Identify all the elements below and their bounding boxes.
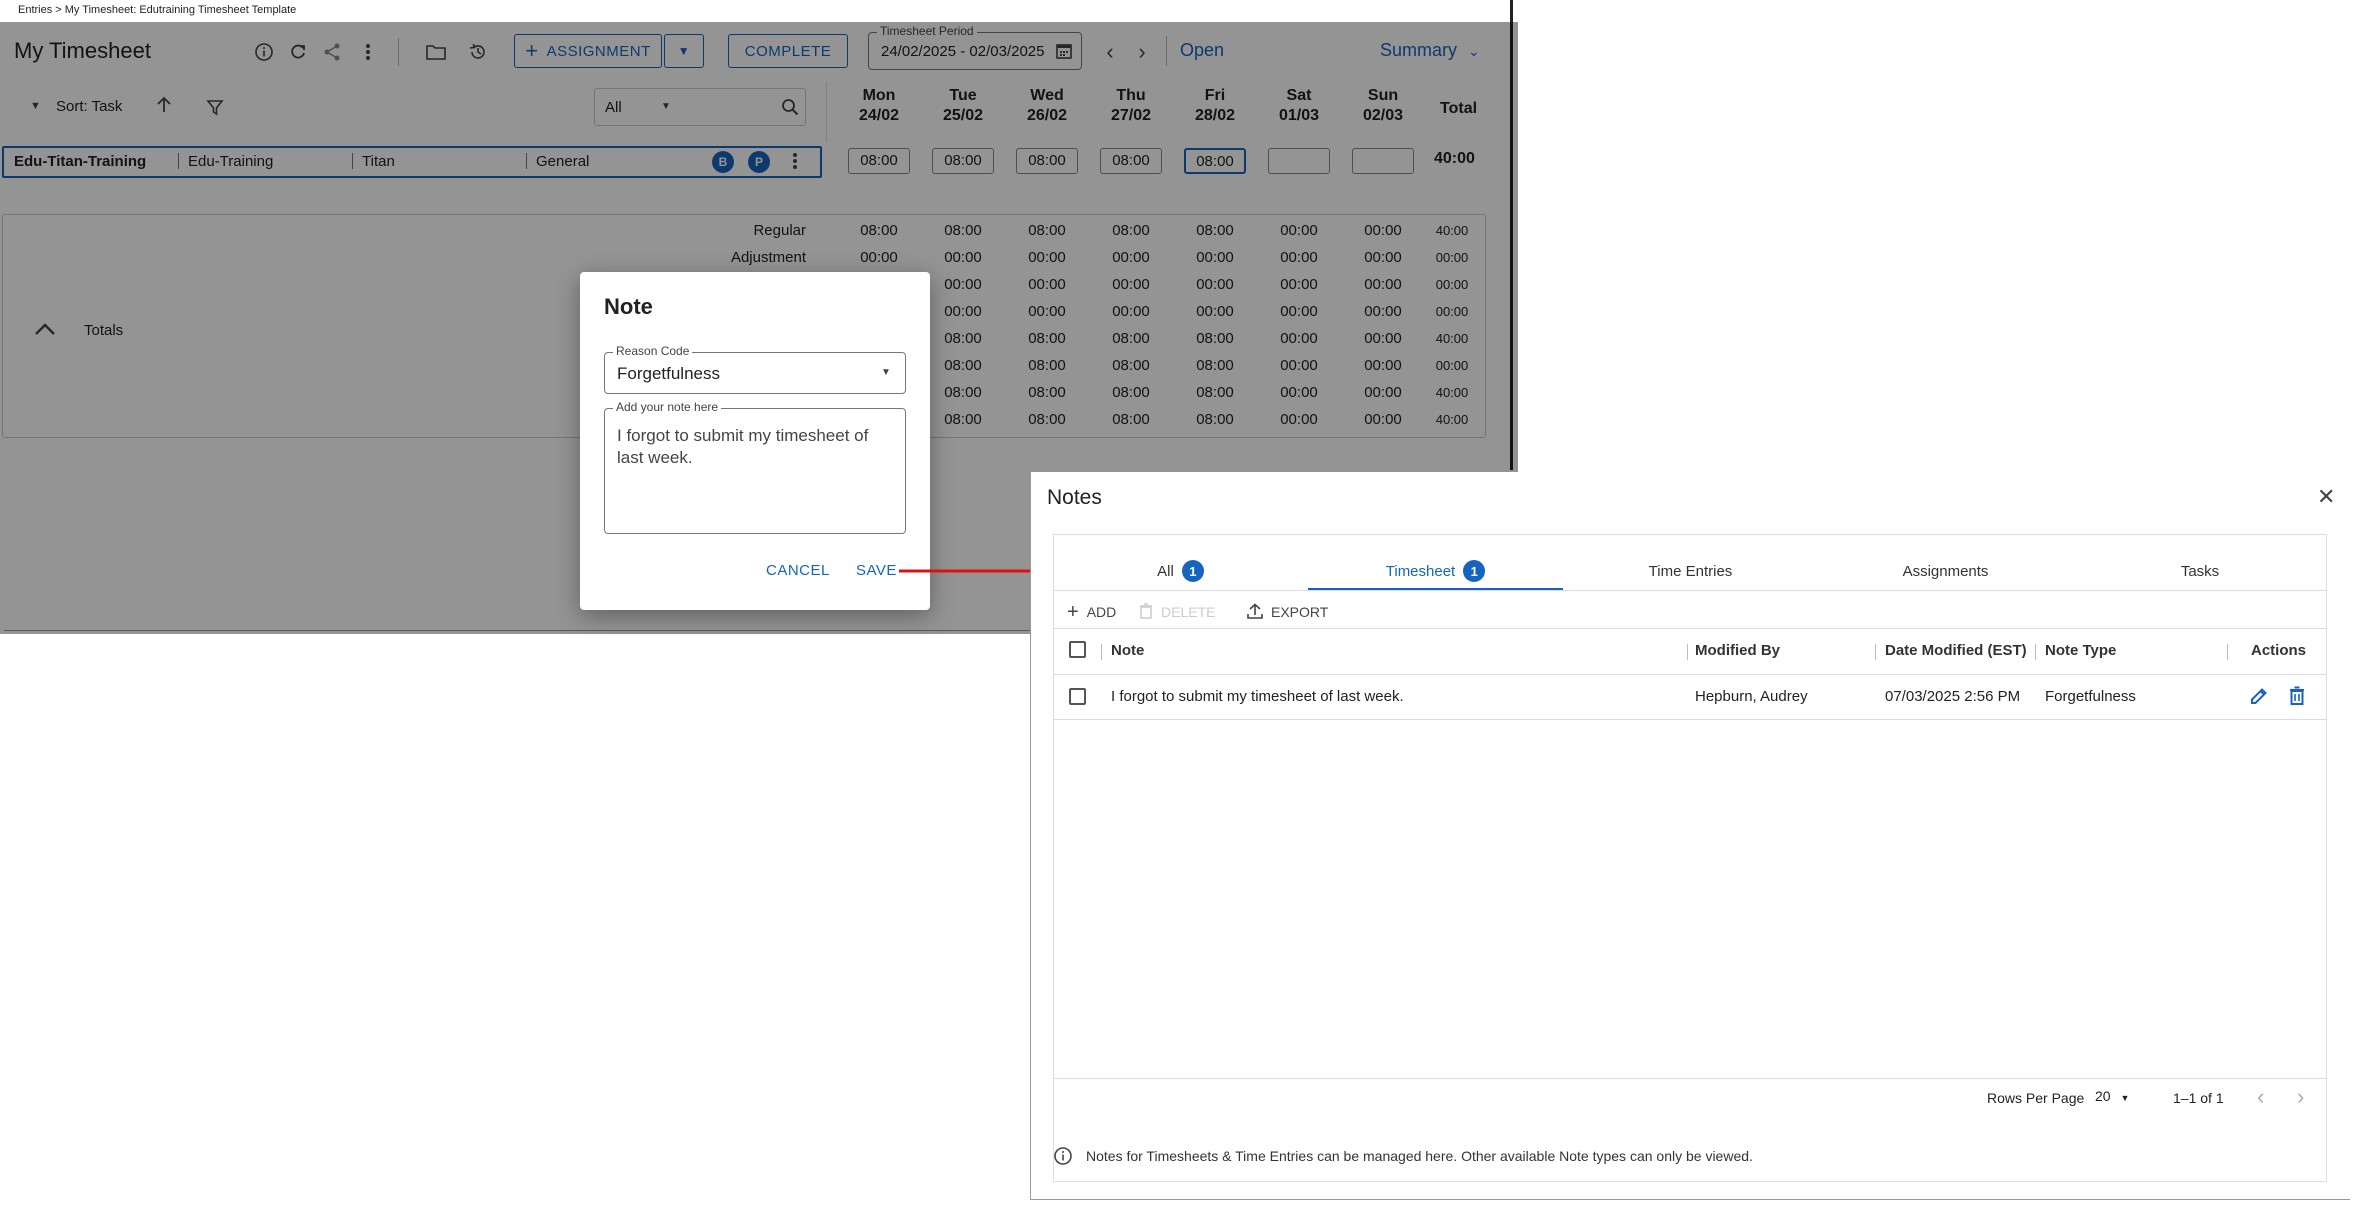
note-legend: Add your note here [613,400,722,414]
notes-panel-title: Notes [1047,486,1102,509]
add-label: ADD [1086,604,1117,620]
reason-code-legend: Reason Code [613,344,693,358]
column-header-note[interactable]: Note [1111,642,1144,659]
row-checkbox[interactable] [1069,688,1086,705]
tab-tasks[interactable]: Tasks [2073,542,2327,600]
cancel-button[interactable]: CANCEL [766,562,830,579]
chevron-right-icon[interactable]: › [2297,1084,2304,1110]
delete-label: DELETE [1161,604,1216,620]
tab-label: Time Entries [1648,562,1733,580]
rows-per-page-label: Rows Per Page [1987,1090,2085,1106]
tab-timesheet[interactable]: Timesheet 1 [1308,542,1563,600]
tab-label: Assignments [1902,562,1989,580]
add-button[interactable]: + ADD [1067,596,1116,628]
row-modified-by: Hepburn, Audrey [1695,688,1808,705]
tab-all[interactable]: All 1 [1053,542,1308,600]
column-header-actions: Actions [2251,642,2307,659]
notes-panel: Notes ✕ All 1 Timesheet 1 Time Entries A… [1030,472,2350,1200]
close-icon[interactable]: ✕ [2317,484,2335,510]
tab-label: Tasks [2180,562,2220,580]
delete-button[interactable]: DELETE [1139,596,1215,628]
tab-assignments[interactable]: Assignments [1818,542,2073,600]
reason-code-value: Forgetfulness [617,364,720,383]
tab-label: All [1157,562,1174,580]
column-header-note-type[interactable]: Note Type [2045,642,2116,659]
note-dialog-title: Note [604,294,653,319]
notes-container [1053,534,2327,1182]
edit-icon[interactable] [2249,686,2269,711]
column-header-date-modified[interactable]: Date Modified (EST) [1885,642,2027,659]
caret-down-icon: ▼ [2120,1093,2130,1103]
note-text: I forgot to submit my timesheet of last … [617,426,869,467]
rows-per-page-select[interactable]: 20 ▼ [2095,1088,2129,1104]
note-dialog: Note Reason Code Forgetfulness ▼ Add you… [580,272,930,610]
reason-code-select[interactable]: Reason Code Forgetfulness ▼ [604,344,906,394]
tab-time-entries[interactable]: Time Entries [1563,542,1818,600]
caret-down-icon: ▼ [881,367,891,378]
count-badge: 1 [1181,560,1204,582]
row-note-type: Forgetfulness [2045,688,2136,705]
pagination-range: 1–1 of 1 [2173,1090,2224,1106]
info-icon [1053,1146,1073,1171]
row-note: I forgot to submit my timesheet of last … [1111,688,1404,705]
export-button[interactable]: EXPORT [1247,596,1328,628]
upload-icon [1247,602,1263,622]
select-all-checkbox[interactable] [1069,641,1086,658]
note-textarea[interactable]: Add your note here I forgot to submit my… [604,400,906,534]
save-button[interactable]: SAVE [856,562,897,579]
tab-label: Timesheet [1385,562,1456,580]
rows-per-page-value: 20 [2095,1088,2111,1104]
breadcrumb: Entries > My Timesheet: Edutraining Time… [18,4,297,16]
footer-info-text: Notes for Timesheets & Time Entries can … [1086,1148,1753,1164]
count-badge: 1 [1463,560,1486,582]
trash-icon [1139,602,1153,622]
plus-icon: + [1067,600,1079,623]
chevron-left-icon[interactable]: ‹ [2257,1084,2264,1110]
column-header-modified-by[interactable]: Modified By [1695,642,1780,659]
export-label: EXPORT [1271,604,1329,620]
row-date-modified: 07/03/2025 2:56 PM [1885,688,2021,705]
delete-icon[interactable] [2289,686,2305,711]
